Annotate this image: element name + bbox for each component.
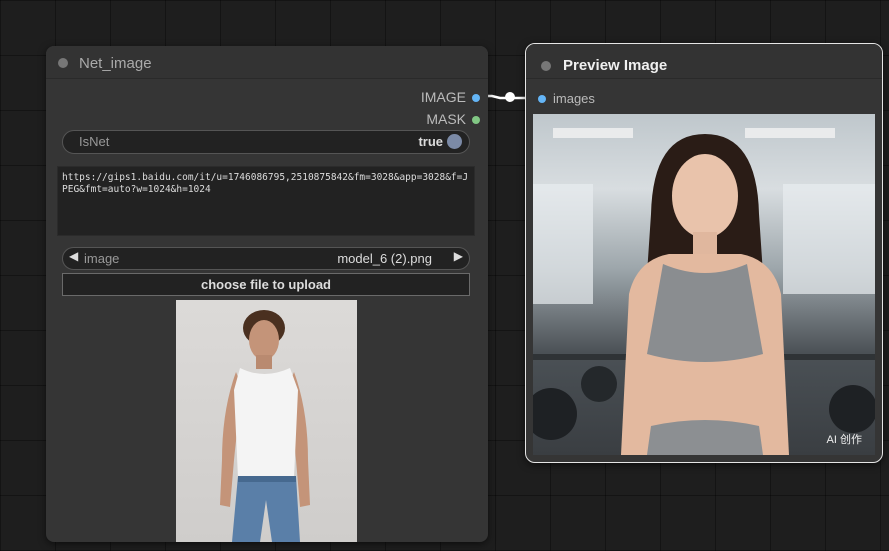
- net-image-node[interactable]: Net_image IMAGE MASK IsNet true https://…: [46, 46, 488, 542]
- toggle-value: true: [418, 134, 443, 149]
- input-slot-label: images: [553, 91, 595, 106]
- combo-label: image: [84, 251, 120, 266]
- output-slot-mask[interactable]: MASK: [426, 111, 480, 127]
- url-textarea[interactable]: https://gips1.baidu.com/it/u=1746086795,…: [57, 166, 475, 236]
- collapse-dot-icon[interactable]: [541, 61, 551, 71]
- input-slot-dot-icon[interactable]: [538, 95, 546, 103]
- output-slot-label: IMAGE: [420, 89, 466, 105]
- slot-dot-icon[interactable]: [472, 94, 480, 103]
- preview-image: AI 创作: [533, 114, 875, 455]
- output-slot-image[interactable]: IMAGE: [421, 89, 480, 105]
- node-title: Preview Image: [563, 57, 668, 74]
- isnet-toggle[interactable]: IsNet true: [62, 130, 470, 154]
- upload-button[interactable]: choose file to upload: [62, 273, 470, 296]
- slot-dot-icon[interactable]: [472, 116, 480, 125]
- uploaded-image-thumbnail: [176, 300, 357, 542]
- toggle-knob-icon[interactable]: [447, 134, 462, 149]
- node-title-bar[interactable]: Preview Image: [526, 44, 882, 79]
- arrow-left-icon[interactable]: ◀: [69, 249, 78, 263]
- output-slot-label: MASK: [426, 111, 466, 127]
- node-title-bar[interactable]: Net_image: [46, 46, 488, 79]
- combo-value: model_6 (2).png: [337, 251, 432, 266]
- preview-image-node[interactable]: Preview Image images AI 创作: [525, 43, 883, 463]
- arrow-right-icon[interactable]: ▶: [454, 249, 463, 263]
- toggle-label: IsNet: [79, 134, 110, 149]
- node-title: Net_image: [79, 55, 152, 72]
- watermark-text: AI 创作: [826, 434, 862, 446]
- collapse-dot-icon[interactable]: [58, 58, 68, 68]
- image-combo[interactable]: ◀ image model_6 (2).png ▶: [62, 247, 470, 270]
